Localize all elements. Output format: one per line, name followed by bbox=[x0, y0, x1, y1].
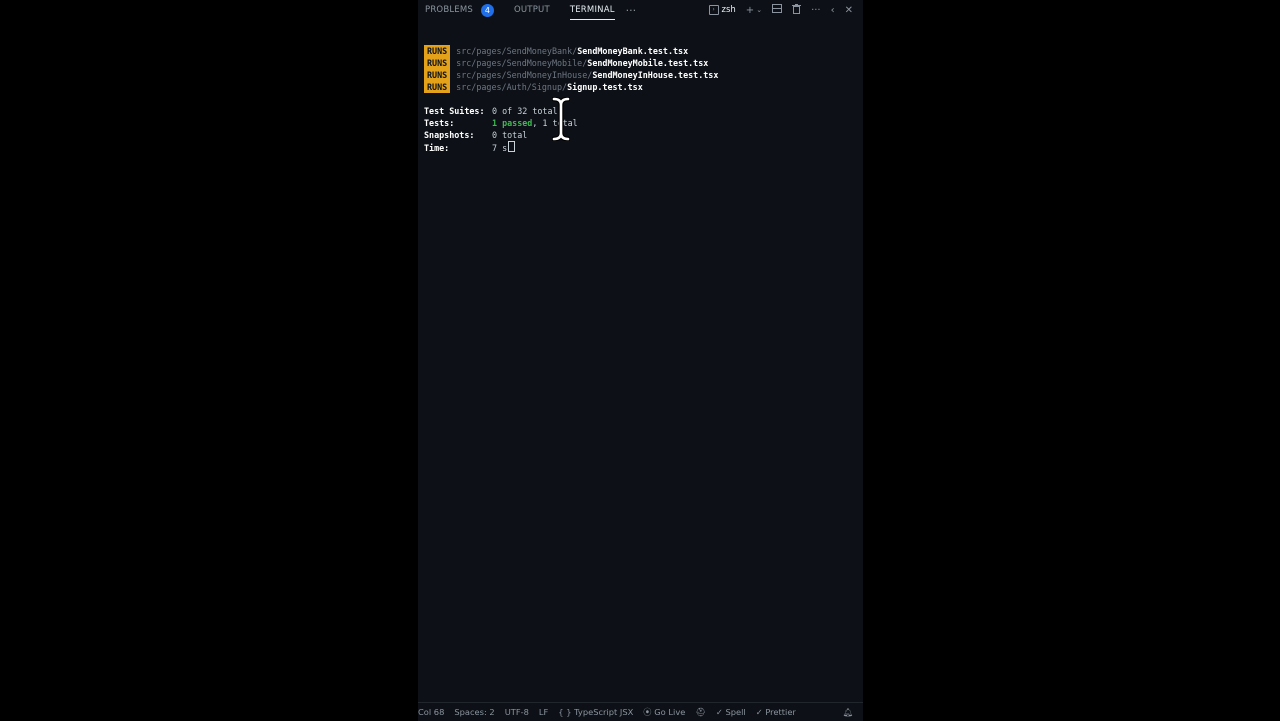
tab-output-label: OUTPUT bbox=[514, 5, 550, 15]
status-language[interactable]: { } TypeScript JSX bbox=[558, 707, 633, 717]
tests-line: Tests: 1 passed, 1 total bbox=[424, 117, 718, 129]
status-golive[interactable]: ⦿ Go Live bbox=[643, 706, 685, 718]
tab-output[interactable]: OUTPUT bbox=[514, 0, 550, 20]
tab-terminal-label: TERMINAL bbox=[569, 4, 615, 15]
status-spell-label: Spell bbox=[725, 707, 746, 717]
more-actions-icon[interactable]: ··· bbox=[626, 4, 637, 17]
tab-problems-label: PROBLEMS bbox=[425, 5, 473, 15]
chevron-left-icon[interactable]: ‹ bbox=[831, 5, 835, 16]
split-terminal-icon[interactable] bbox=[772, 4, 783, 16]
status-bar: Col 68 Spaces: 2 UTF-8 LF { } TypeScript… bbox=[418, 702, 863, 721]
runs-line: RUNS src/pages/SendMoneyMobile/SendMoneyM… bbox=[424, 57, 718, 69]
terminal-icon: › bbox=[708, 5, 719, 15]
tab-terminal[interactable]: TERMINAL bbox=[569, 0, 615, 20]
runs-line: RUNS src/pages/SendMoneyInHouse/SendMoney… bbox=[424, 69, 718, 81]
runs-file: SendMoneyInHouse.test.tsx bbox=[592, 70, 719, 80]
suites-value: 0 of 32 total bbox=[492, 106, 558, 116]
suites-line: Test Suites: 0 of 32 total bbox=[424, 105, 718, 117]
snapshots-label: Snapshots: bbox=[424, 130, 475, 140]
chevron-down-icon[interactable]: ⌄ bbox=[756, 6, 762, 14]
runs-line: RUNS src/pages/Auth/Signup/Signup.test.ts… bbox=[424, 81, 718, 93]
tests-passed: 1 passed bbox=[492, 118, 533, 128]
check-icon: ✓ bbox=[715, 707, 723, 717]
runs-path: src/pages/SendMoneyBank/ bbox=[456, 46, 578, 56]
status-cursor-position[interactable]: Col 68 bbox=[418, 707, 444, 717]
broadcast-icon: ⦿ bbox=[643, 707, 652, 717]
runs-file: SendMoneyBank.test.tsx bbox=[577, 46, 689, 56]
status-language-label: TypeScript JSX bbox=[574, 707, 634, 717]
status-indentation[interactable]: Spaces: 2 bbox=[454, 707, 494, 717]
runs-path: src/pages/SendMoneyMobile/ bbox=[456, 58, 588, 68]
tab-problems[interactable]: PROBLEMS 4 bbox=[425, 0, 494, 20]
time-label: Time: bbox=[424, 143, 450, 153]
text-cursor-icon bbox=[552, 97, 570, 141]
terminal-cursor bbox=[508, 141, 516, 152]
snapshots-line: Snapshots: 0 total bbox=[424, 129, 718, 141]
status-eol[interactable]: LF bbox=[539, 707, 548, 717]
more-icon[interactable]: ··· bbox=[811, 5, 821, 16]
trash-icon[interactable] bbox=[792, 3, 802, 17]
runs-badge: RUNS bbox=[424, 81, 451, 93]
runs-path: src/pages/SendMoneyInHouse/ bbox=[456, 70, 593, 80]
status-golive-label: Go Live bbox=[654, 707, 686, 717]
runs-badge: RUNS bbox=[424, 69, 451, 81]
suites-label: Test Suites: bbox=[424, 106, 485, 116]
panel-tabbar: PROBLEMS 4 OUTPUT TERMINAL ··· › zsh + ⌄… bbox=[418, 0, 863, 20]
new-terminal-icon[interactable]: + bbox=[746, 5, 754, 16]
runs-line: RUNS src/pages/SendMoneyBank/SendMoneyBan… bbox=[424, 45, 718, 57]
panel-actions: › zsh + ⌄ ··· ‹ ✕ bbox=[708, 0, 853, 20]
runs-badge: RUNS bbox=[424, 57, 451, 69]
runs-path: src/pages/Auth/Signup/ bbox=[456, 82, 568, 92]
braces-icon: { } bbox=[558, 707, 572, 717]
runs-badge: RUNS bbox=[424, 45, 451, 57]
status-prettier-label: Prettier bbox=[765, 707, 796, 717]
shell-selector[interactable]: › zsh bbox=[708, 5, 736, 15]
time-value: 7 s bbox=[492, 143, 508, 153]
terminal-panel: PROBLEMS 4 OUTPUT TERMINAL ··· › zsh + ⌄… bbox=[418, 0, 863, 720]
runs-file: SendMoneyMobile.test.tsx bbox=[587, 58, 709, 68]
problems-count-badge: 4 bbox=[481, 3, 494, 17]
copilot-icon[interactable]: ⛑ bbox=[695, 707, 706, 718]
check-icon: ✓ bbox=[755, 707, 763, 717]
time-line: Time: 7 s bbox=[424, 141, 718, 153]
close-icon[interactable]: ✕ bbox=[845, 5, 853, 16]
shell-name: zsh bbox=[721, 5, 736, 15]
snapshots-value: 0 total bbox=[492, 130, 528, 140]
runs-file: Signup.test.tsx bbox=[567, 82, 643, 92]
bell-icon[interactable]: 🔔︎ bbox=[842, 707, 853, 718]
status-prettier[interactable]: ✓ Prettier bbox=[756, 707, 796, 717]
status-spell[interactable]: ✓ Spell bbox=[716, 707, 746, 717]
tests-label: Tests: bbox=[424, 118, 455, 128]
status-encoding[interactable]: UTF-8 bbox=[505, 707, 529, 717]
terminal-output[interactable]: RUNS src/pages/SendMoneyBank/SendMoneyBan… bbox=[424, 45, 718, 153]
